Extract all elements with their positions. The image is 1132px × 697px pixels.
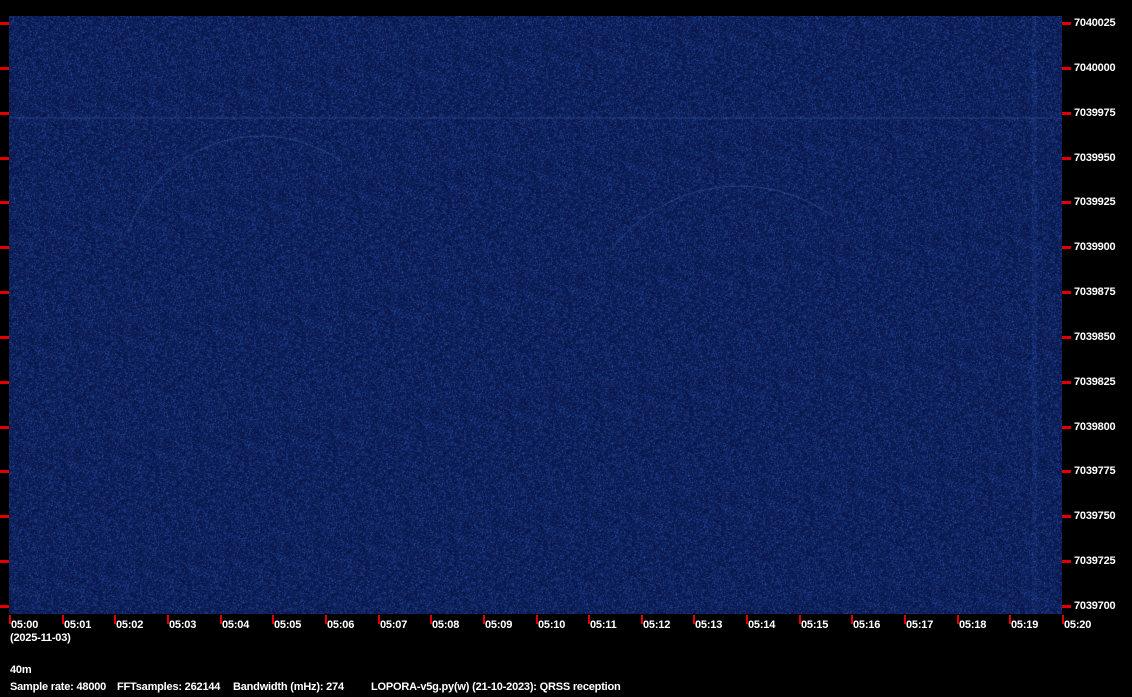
y-tick-right (1062, 470, 1071, 473)
y-tick-left (0, 67, 9, 70)
y-tick-left (0, 336, 9, 339)
y-tick-label: 7039800 (1074, 421, 1116, 433)
sample-rate: Sample rate: 48000 (10, 681, 107, 693)
y-tick-right (1062, 291, 1071, 294)
x-tick-label: 05:19 (1011, 619, 1039, 631)
y-tick-left (0, 112, 9, 115)
x-tick-label: 05:07 (380, 619, 408, 631)
y-tick-left (0, 470, 9, 473)
y-tick-right (1062, 515, 1071, 518)
y-tick-left (0, 381, 9, 384)
spectrogram-image (9, 16, 1062, 614)
y-tick-left (0, 22, 9, 25)
y-tick-label: 7039775 (1074, 465, 1116, 477)
x-tick-label: 05:15 (801, 619, 829, 631)
y-tick-left (0, 291, 9, 294)
y-tick-label: 7039975 (1074, 107, 1116, 119)
x-tick-label: 05:12 (643, 619, 671, 631)
y-tick-right (1062, 336, 1071, 339)
date-label: (2025-11-03) (10, 632, 71, 644)
x-tick-label: 05:08 (432, 619, 460, 631)
y-tick-left (0, 515, 9, 518)
x-tick-label: 05:09 (485, 619, 513, 631)
program-title: LOPORA-v5g.py(w) (21-10-2023): QRSS rece… (371, 681, 621, 693)
bandwidth: Bandwidth (mHz): 274 (233, 681, 344, 693)
y-tick-label: 7039825 (1074, 376, 1116, 388)
y-tick-right (1062, 67, 1071, 70)
y-tick-label: 7039950 (1074, 152, 1116, 164)
x-tick-label: 05:20 (1064, 619, 1092, 631)
x-tick-label: 05:06 (327, 619, 355, 631)
x-tick-label: 05:10 (538, 619, 566, 631)
spectrogram-plot (9, 16, 1062, 614)
y-tick-label: 7040000 (1074, 62, 1116, 74)
y-tick-right (1062, 605, 1071, 608)
y-tick-right (1062, 112, 1071, 115)
x-tick-label: 05:14 (748, 619, 776, 631)
y-tick-label: 7040025 (1074, 17, 1116, 29)
x-tick-label: 05:00 (11, 619, 39, 631)
y-tick-left (0, 201, 9, 204)
x-tick-label: 05:13 (695, 619, 723, 631)
y-tick-right (1062, 246, 1071, 249)
x-tick-label: 05:17 (906, 619, 934, 631)
y-tick-label: 7039750 (1074, 510, 1116, 522)
y-tick-label: 7039850 (1074, 331, 1116, 343)
y-tick-label: 7039700 (1074, 600, 1116, 612)
y-tick-left (0, 560, 9, 563)
y-tick-label: 7039725 (1074, 555, 1116, 567)
y-tick-right (1062, 201, 1071, 204)
x-tick-label: 05:11 (590, 619, 617, 631)
x-tick-label: 05:18 (959, 619, 987, 631)
x-tick-label: 05:01 (64, 619, 92, 631)
x-tick-label: 05:04 (222, 619, 250, 631)
x-tick-label: 05:02 (116, 619, 144, 631)
band-label: 40m (10, 664, 32, 676)
fft-samples: FFTsamples: 262144 (117, 681, 221, 693)
y-tick-right (1062, 381, 1071, 384)
y-tick-left (0, 426, 9, 429)
y-tick-label: 7039925 (1074, 196, 1116, 208)
y-tick-left (0, 246, 9, 249)
y-tick-right (1062, 560, 1071, 563)
x-tick-label: 05:05 (274, 619, 302, 631)
y-tick-right (1062, 22, 1071, 25)
x-tick-label: 05:03 (169, 619, 197, 631)
y-tick-right (1062, 426, 1071, 429)
x-tick-label: 05:16 (853, 619, 881, 631)
y-tick-left (0, 157, 9, 160)
y-tick-label: 7039900 (1074, 241, 1116, 253)
y-tick-right (1062, 157, 1071, 160)
y-tick-left (0, 605, 9, 608)
y-tick-label: 7039875 (1074, 286, 1116, 298)
